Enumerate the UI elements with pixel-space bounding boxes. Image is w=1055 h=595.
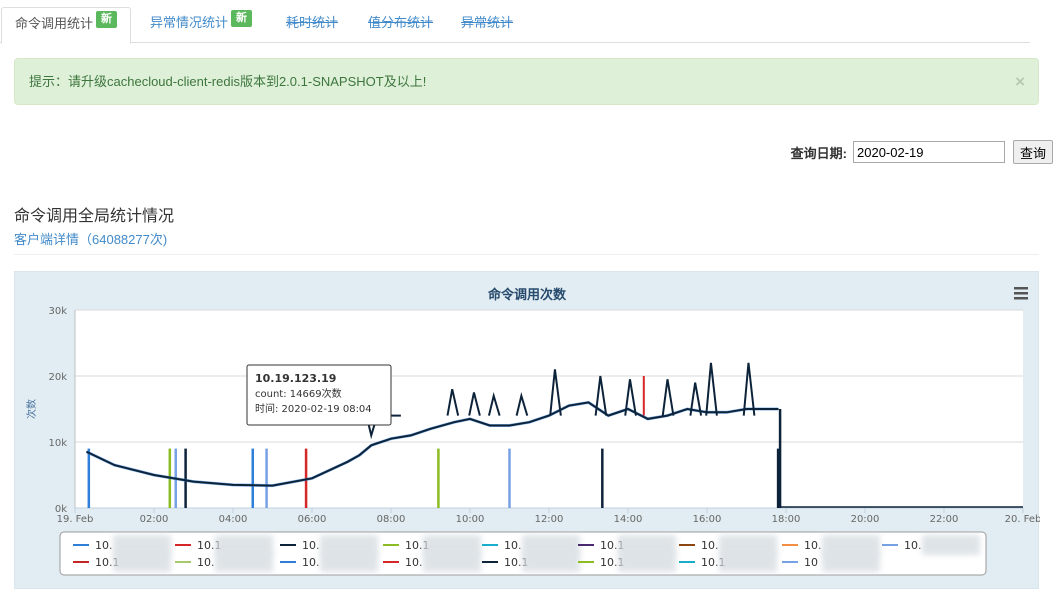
x-tick-label: 08:00 [377, 514, 406, 525]
command-call-chart: 命令调用次数0k10k20k30k次数19. Feb 02:00 04:00 06:0… [25, 287, 1040, 576]
x-tick-label: 18:00 [772, 514, 801, 525]
date-input[interactable] [853, 141, 1005, 163]
tooltip-time: 时间: 2020-02-19 08:04 [255, 402, 372, 415]
data-point [745, 408, 748, 410]
legend-redaction [215, 552, 273, 572]
data-point [311, 477, 313, 480]
data-point [113, 464, 116, 466]
data-point [409, 434, 412, 437]
legend-label: 10. [904, 539, 922, 552]
data-point [358, 454, 361, 456]
x-tick-label: 22:00 [930, 514, 959, 525]
data-point [607, 414, 610, 417]
data-point [346, 461, 349, 463]
tab-label: 耗时统计 [286, 15, 339, 30]
tab-command-stats[interactable]: 命令调用统计新 [1, 7, 132, 44]
tooltip-count: count: 14669次数 [255, 387, 342, 400]
y-tick-label: 20k [48, 372, 67, 383]
data-point [232, 484, 234, 486]
x-tick-label: 10:00 [456, 514, 485, 525]
data-point [488, 424, 491, 427]
chart-title: 命令调用次数 [487, 287, 567, 303]
close-icon[interactable]: × [1015, 59, 1025, 104]
legend-label: 10 [804, 556, 818, 569]
x-tick-label: 16:00 [693, 514, 722, 525]
legend-redaction [822, 552, 880, 572]
chart-panel: 命令调用次数 0k 10k 20k 30k 次数 19. Feb 02:00 04:00 06:0… [14, 271, 1040, 589]
legend-redaction [719, 552, 777, 572]
data-point [271, 484, 274, 487]
legend-redaction [922, 535, 980, 555]
legend-label: 10. [701, 539, 719, 552]
legend-label: 10. [504, 539, 522, 552]
legend-redaction [320, 552, 378, 572]
data-point [370, 444, 373, 447]
data-point [153, 474, 155, 476]
tab-error-stats[interactable]: 异常统计 [448, 7, 526, 43]
y-tick-label: 10k [48, 438, 67, 449]
data-point [627, 408, 629, 410]
data-point [567, 404, 570, 407]
data-point [528, 421, 531, 423]
tab-label: 值分布统计 [368, 15, 434, 30]
x-tick-label: 02:00 [140, 514, 169, 525]
data-point [765, 408, 768, 410]
date-query: 查询日期: 查询 [773, 140, 1053, 164]
data-point [587, 401, 590, 404]
data-point [429, 428, 432, 430]
x-tick-label: 20:00 [851, 514, 880, 525]
data-point [686, 408, 689, 410]
alert-text: 提示：请升级cachecloud-client-redis版本到2.0.1-SN… [29, 74, 427, 89]
tab-label: 命令调用统计 [15, 16, 94, 31]
x-tick-label: 19. Feb [57, 514, 94, 525]
plot-area [75, 310, 1023, 508]
date-label: 查询日期: [790, 146, 847, 161]
y-axis-label: 次数 [25, 399, 38, 419]
data-point [666, 414, 669, 417]
tooltip-title: 10.19.123.19 [255, 372, 336, 385]
query-button[interactable]: 查询 [1013, 140, 1053, 164]
legend-label: 10. [804, 539, 822, 552]
divider [14, 254, 1039, 255]
data-point [86, 451, 88, 453]
legend-label: 10. [302, 556, 320, 569]
data-point [777, 408, 779, 410]
tab-latency-stats[interactable]: 耗时统计 [273, 7, 351, 43]
x-tick-label: 06:00 [298, 514, 327, 525]
upgrade-alert: 提示：请升级cachecloud-client-redis版本到2.0.1-SN… [14, 58, 1039, 105]
data-point [508, 424, 511, 427]
x-tick-label: 04:00 [219, 514, 248, 525]
tab-label: 异常统计 [461, 15, 514, 30]
legend-label: 10. [405, 556, 423, 569]
data-point [725, 411, 728, 414]
data-point [453, 421, 456, 423]
data-point [192, 480, 195, 483]
legend-redaction [113, 552, 171, 572]
legend-redaction [522, 552, 580, 572]
legend-redaction [618, 552, 676, 572]
section-title: 命令调用全局统计情况 [14, 208, 175, 225]
y-tick-label: 30k [48, 306, 67, 317]
tab-value-distribution[interactable]: 值分布统计 [355, 7, 446, 43]
chart-menu-icon[interactable] [1014, 287, 1028, 300]
new-badge: 新 [231, 10, 253, 27]
tab-label: 异常情况统计 [150, 15, 229, 30]
x-tick-label: 20. Feb [1005, 514, 1040, 525]
data-point [469, 418, 471, 420]
legend-redaction [423, 552, 481, 572]
new-badge: 新 [96, 11, 118, 28]
x-tick-label: 14:00 [614, 514, 643, 525]
legend-label: 10. [302, 539, 320, 552]
legend-label: 10. [95, 539, 113, 552]
data-point [646, 418, 649, 420]
tab-exception-stats[interactable]: 异常情况统计新 [137, 7, 265, 43]
x-tick-label: 12:00 [535, 514, 564, 525]
client-detail-link[interactable]: 客户端详情（64088277次) [14, 229, 167, 248]
legend-label: 10. [197, 556, 215, 569]
data-point [390, 437, 392, 440]
tab-bar: 命令调用统计新 异常情况统计新 耗时统计 值分布统计 异常统计 [0, 0, 1030, 44]
